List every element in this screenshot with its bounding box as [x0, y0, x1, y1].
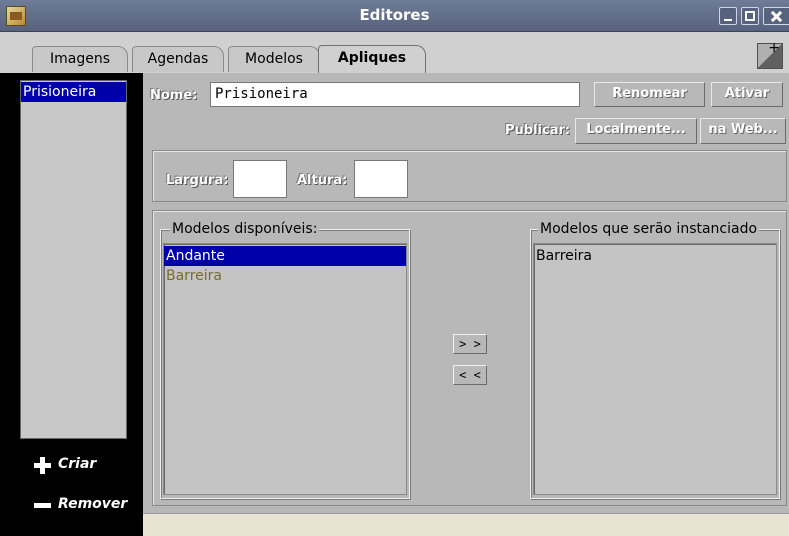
plus-icon [34, 457, 51, 474]
nome-input[interactable]: Prisioneira [210, 82, 580, 107]
available-models-title: Modelos disponíveis: [170, 221, 320, 237]
selected-models-title: Modelos que serão instanciado [538, 221, 760, 237]
new-tab-icon[interactable] [757, 40, 783, 69]
tab-imagens[interactable]: Imagens [32, 46, 128, 72]
minus-icon [34, 503, 51, 508]
close-button[interactable] [763, 7, 789, 25]
apliques-list[interactable] [20, 80, 127, 439]
naweb-label: na Web... [708, 122, 778, 137]
localmente-label: Localmente... [586, 122, 686, 137]
window-title: Editores [359, 6, 430, 24]
renomear-button[interactable]: Renomear [594, 82, 705, 107]
nome-label: Nome: [150, 88, 198, 103]
remover-button[interactable]: Remover [34, 496, 134, 516]
ativar-label: Ativar [724, 86, 770, 101]
list-item-andante[interactable]: Andante [164, 246, 406, 266]
remover-label: Remover [58, 496, 128, 512]
tab-modelos[interactable]: Modelos [228, 46, 320, 72]
altura-label: Altura: [297, 173, 348, 188]
largura-input[interactable] [233, 160, 287, 198]
criar-button[interactable]: Criar [34, 456, 124, 476]
list-item-barreira[interactable]: Barreira [164, 266, 406, 286]
minimize-button[interactable] [719, 7, 737, 25]
publicar-localmente-button[interactable]: Localmente... [575, 118, 697, 144]
status-bar [143, 513, 789, 536]
publicar-label: Publicar: [505, 123, 571, 138]
renomear-label: Renomear [612, 86, 687, 101]
remove-model-button[interactable]: < < [453, 365, 487, 385]
publicar-na-web-button[interactable]: na Web... [700, 118, 786, 144]
tab-apliques[interactable]: Apliques [318, 45, 426, 73]
add-model-button[interactable]: > > [453, 334, 487, 354]
largura-label: Largura: [166, 173, 229, 188]
criar-label: Criar [58, 456, 97, 472]
tab-agendas[interactable]: Agendas [132, 46, 224, 72]
altura-input[interactable] [354, 160, 408, 198]
list-item-barreira-selected[interactable]: Barreira [534, 246, 776, 266]
selected-models-list[interactable] [533, 243, 777, 495]
ativar-button[interactable]: Ativar [711, 82, 783, 107]
sidebar-item-prisioneira[interactable]: Prisioneira [21, 82, 126, 102]
maximize-button[interactable] [741, 7, 759, 25]
